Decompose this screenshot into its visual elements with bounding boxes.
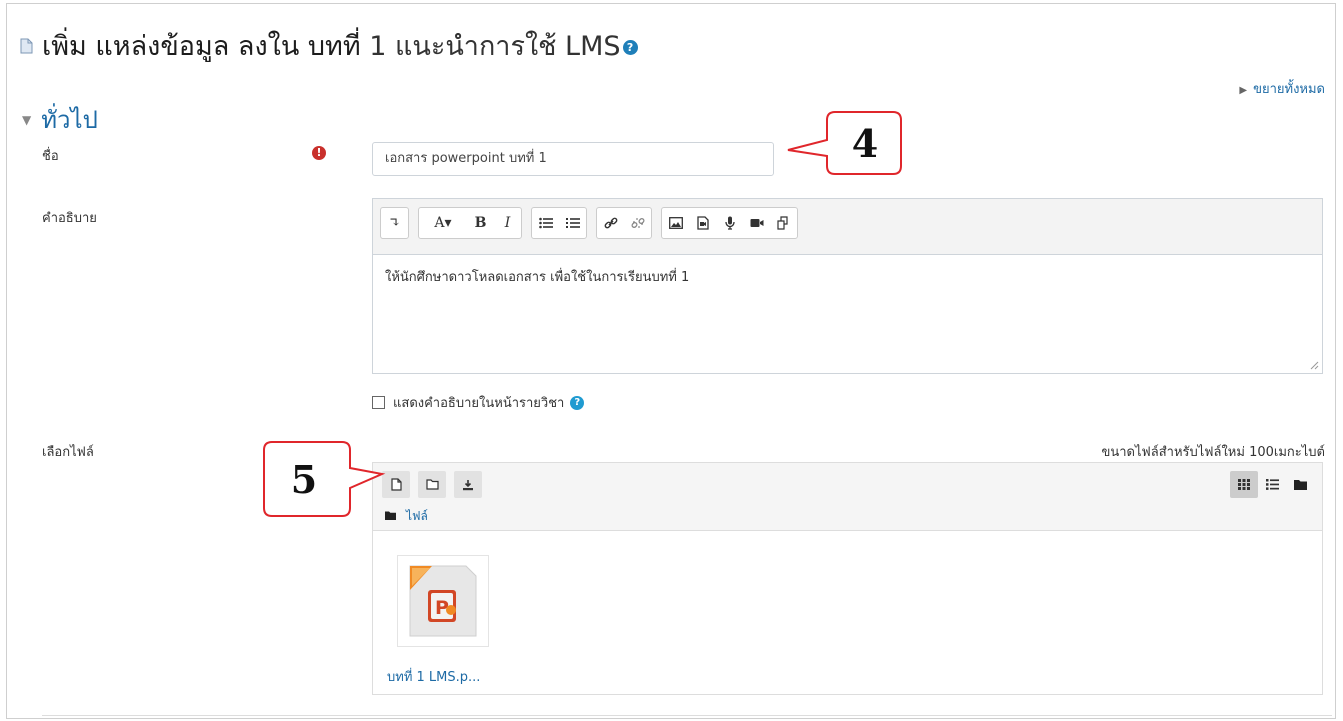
required-icon: ! (312, 146, 326, 160)
create-folder-button[interactable] (418, 471, 446, 498)
unlink-icon[interactable] (624, 208, 651, 238)
toolbar-group-lists (531, 207, 587, 239)
file-manager-buttons (382, 471, 490, 498)
page-title: เพิ่ม แหล่งข้อมูล ลงใน บทที่ 1 แนะนำการใ… (42, 24, 638, 67)
name-input[interactable]: เอกสาร powerpoint บทที่ 1 (372, 142, 774, 176)
file-manager: ไฟล์ P บทที่ 1 LMS.p... (372, 462, 1323, 695)
toolbar-group-media (661, 207, 798, 239)
insert-image-icon[interactable] (662, 208, 689, 238)
bold-button[interactable]: B (467, 208, 494, 238)
editor-toolbar: ↴ A▾ B I (380, 207, 807, 239)
file-manager-toolbar: ไฟล์ (373, 463, 1322, 531)
help-icon[interactable]: ? (622, 40, 638, 55)
page-title-rest: 1 แนะนำการใช้ LMS (369, 31, 621, 62)
ordered-list-icon[interactable] (559, 208, 586, 238)
expand-all-label: ขยายทั้งหมด (1253, 82, 1325, 97)
record-video-icon[interactable] (743, 208, 770, 238)
toolbar-group-collapse: ↴ (380, 207, 409, 239)
file-tile[interactable]: P (397, 555, 489, 647)
toolbar-group-style: A▾ B I (418, 207, 522, 239)
name-label: ชื่อ (42, 149, 59, 164)
callout-step-5: 5 (290, 456, 318, 502)
italic-button[interactable]: I (494, 208, 521, 238)
manage-files-icon[interactable] (770, 208, 797, 238)
powerpoint-file-icon: P (398, 556, 488, 646)
show-more-buttons-button[interactable]: ↴ (381, 208, 408, 238)
toolbar-group-links (596, 207, 652, 239)
callout-step-4: 4 (851, 120, 879, 166)
section-general-title: ทั่วไป (41, 106, 98, 134)
caret-down-icon: ▼ (22, 112, 32, 127)
description-editor: ↴ A▾ B I ให้นักศึกษาดาวโหลดเอกสาร เพื่อใ… (372, 198, 1323, 374)
max-file-size-text: ขนาดไฟล์สำหรับไฟล์ใหม่ 100เมกะไบต์ (1101, 445, 1325, 460)
resize-grip-icon[interactable] (1309, 360, 1319, 370)
file-path-breadcrumb: ไฟล์ (385, 507, 428, 526)
path-files-link[interactable]: ไฟล์ (406, 507, 428, 526)
record-audio-icon[interactable] (716, 208, 743, 238)
font-style-dropdown[interactable]: A▾ (419, 208, 467, 238)
download-all-button[interactable] (454, 471, 482, 498)
help-icon[interactable]: ? (570, 395, 585, 410)
section-general-header[interactable]: ▼ ทั่วไป (22, 100, 98, 139)
page-title-main: เพิ่ม แหล่งข้อมูล ลงใน บทที่ (42, 31, 361, 62)
view-icons-button[interactable] (1230, 471, 1258, 498)
unordered-list-icon[interactable] (532, 208, 559, 238)
show-description-checkbox[interactable] (372, 396, 385, 409)
page-title-row: เพิ่ม แหล่งข้อมูล ลงใน บทที่ 1 แนะนำการใ… (20, 24, 638, 67)
description-textarea[interactable]: ให้นักศึกษาดาวโหลดเอกสาร เพื่อใช้ในการเร… (373, 254, 1322, 373)
show-description-row: แสดงคำอธิบายในหน้ารายวิชา ? (372, 392, 585, 413)
file-manager-view-switch (1230, 471, 1314, 498)
description-text: ให้นักศึกษาดาวโหลดเอกสาร เพื่อใช้ในการเร… (385, 270, 690, 285)
resource-document-icon (20, 38, 33, 54)
select-files-label: เลือกไฟล์ (42, 445, 94, 460)
view-tree-button[interactable] (1286, 471, 1314, 498)
show-description-label: แสดงคำอธิบายในหน้ารายวิชา (393, 396, 565, 411)
description-label: คำอธิบาย (42, 211, 97, 226)
link-icon[interactable] (597, 208, 624, 238)
file-name-link[interactable]: บทที่ 1 LMS.p... (387, 666, 480, 687)
view-details-button[interactable] (1258, 471, 1286, 498)
divider (42, 715, 1332, 716)
insert-media-icon[interactable] (689, 208, 716, 238)
expand-all-link[interactable]: ▶ ขยายทั้งหมด (1239, 78, 1325, 99)
triangle-right-icon: ▶ (1239, 85, 1248, 96)
